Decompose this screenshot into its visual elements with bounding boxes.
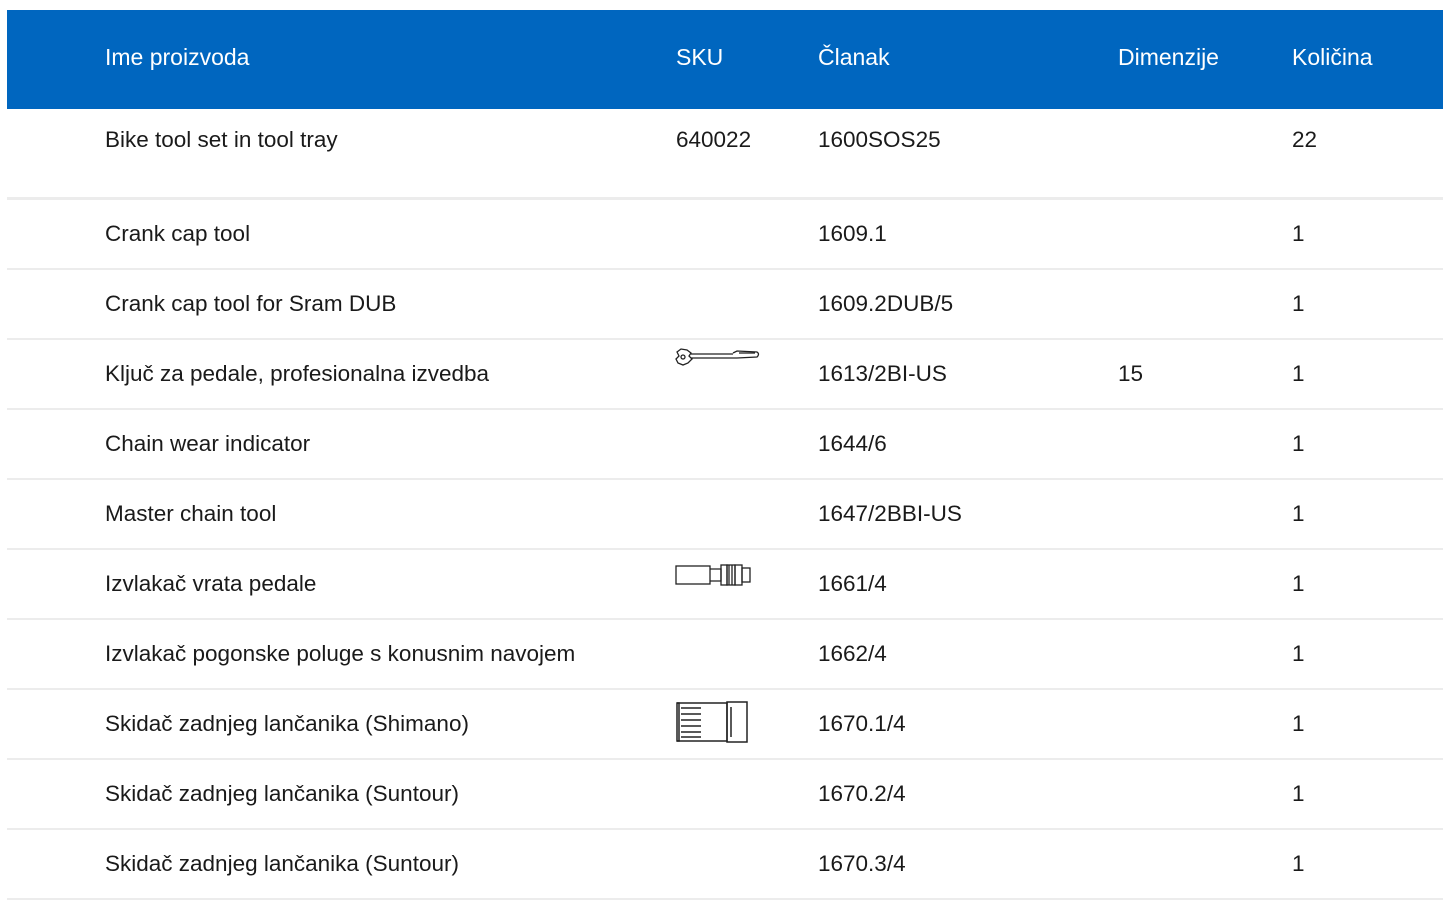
table-row[interactable]: Bike tool set in tool tray 640022 1600SO… <box>7 109 1443 200</box>
product-quantity: 1 <box>1292 501 1305 526</box>
table-header: Ime proizvoda SKU Članak Dimenzije Količ… <box>7 10 1443 109</box>
column-header-sku[interactable]: SKU <box>676 43 723 71</box>
column-header-dimensions[interactable]: Dimenzije <box>1118 43 1219 71</box>
product-quantity: 1 <box>1292 431 1305 456</box>
table-row[interactable]: Crank cap tool for Sram DUB 1609.2DUB/5 … <box>7 270 1443 340</box>
product-name[interactable]: Izvlakač pogonske poluge s konusnim navo… <box>105 640 575 668</box>
product-table: Ime proizvoda SKU Članak Dimenzije Količ… <box>7 10 1443 900</box>
product-name[interactable]: Skidač zadnjeg lančanika (Shimano) <box>105 710 469 738</box>
pedal-puller-icon[interactable] <box>675 562 761 594</box>
table-row[interactable]: Crank cap tool 1609.1 1 <box>7 200 1443 270</box>
product-name[interactable]: Skidač zadnjeg lančanika (Suntour) <box>105 850 459 878</box>
product-name[interactable]: Bike tool set in tool tray <box>105 126 338 154</box>
table-row[interactable]: Chain wear indicator 1644/6 1 <box>7 410 1443 480</box>
product-quantity: 22 <box>1292 127 1318 152</box>
product-name[interactable]: Crank cap tool <box>105 220 250 248</box>
product-dimensions: 15 <box>1118 361 1144 386</box>
product-name[interactable]: Ključ za pedale, profesionalna izvedba <box>105 360 489 388</box>
product-article: 1613/2BI-US <box>818 361 947 386</box>
product-quantity: 1 <box>1292 291 1305 316</box>
product-quantity: 1 <box>1292 221 1305 246</box>
product-article: 1600SOS25 <box>818 127 941 152</box>
product-article: 1670.3/4 <box>818 851 906 876</box>
column-header-article[interactable]: Članak <box>818 43 890 71</box>
column-header-quantity[interactable]: Količina <box>1292 43 1373 71</box>
product-name[interactable]: Master chain tool <box>105 500 276 528</box>
product-quantity: 1 <box>1292 711 1305 736</box>
product-name[interactable]: Crank cap tool for Sram DUB <box>105 290 396 318</box>
product-name[interactable]: Izvlakač vrata pedale <box>105 570 316 598</box>
product-quantity: 1 <box>1292 781 1305 806</box>
product-quantity: 1 <box>1292 571 1305 596</box>
table-row[interactable]: Skidač zadnjeg lančanika (Shimano) 1670.… <box>7 690 1443 760</box>
table-row[interactable]: Skidač zadnjeg lančanika (Suntour) 1670.… <box>7 760 1443 830</box>
product-article: 1670.2/4 <box>818 781 906 806</box>
table-row[interactable]: Master chain tool 1647/2BBI-US 1 <box>7 480 1443 550</box>
product-quantity: 1 <box>1292 851 1305 876</box>
product-article: 1609.2DUB/5 <box>818 291 954 316</box>
product-article: 1609.1 <box>818 221 887 246</box>
product-quantity: 1 <box>1292 641 1305 666</box>
column-header-name[interactable]: Ime proizvoda <box>105 43 249 71</box>
product-article: 1661/4 <box>818 571 887 596</box>
table-row[interactable]: Izvlakač pogonske poluge s konusnim navo… <box>7 620 1443 690</box>
product-name[interactable]: Chain wear indicator <box>105 430 310 458</box>
product-article: 1647/2BBI-US <box>818 501 962 526</box>
table-row[interactable]: Ključ za pedale, profesionalna izvedba 1… <box>7 340 1443 410</box>
pedal-wrench-icon[interactable] <box>675 348 761 374</box>
product-quantity: 1 <box>1292 361 1305 386</box>
product-article: 1644/6 <box>818 431 887 456</box>
product-sku: 640022 <box>676 127 752 152</box>
cassette-remover-icon[interactable] <box>675 700 751 750</box>
product-article: 1670.1/4 <box>818 711 906 736</box>
table-row[interactable]: Izvlakač vrata pedale 1661/4 1 <box>7 550 1443 620</box>
product-name[interactable]: Skidač zadnjeg lančanika (Suntour) <box>105 780 459 808</box>
product-article: 1662/4 <box>818 641 887 666</box>
